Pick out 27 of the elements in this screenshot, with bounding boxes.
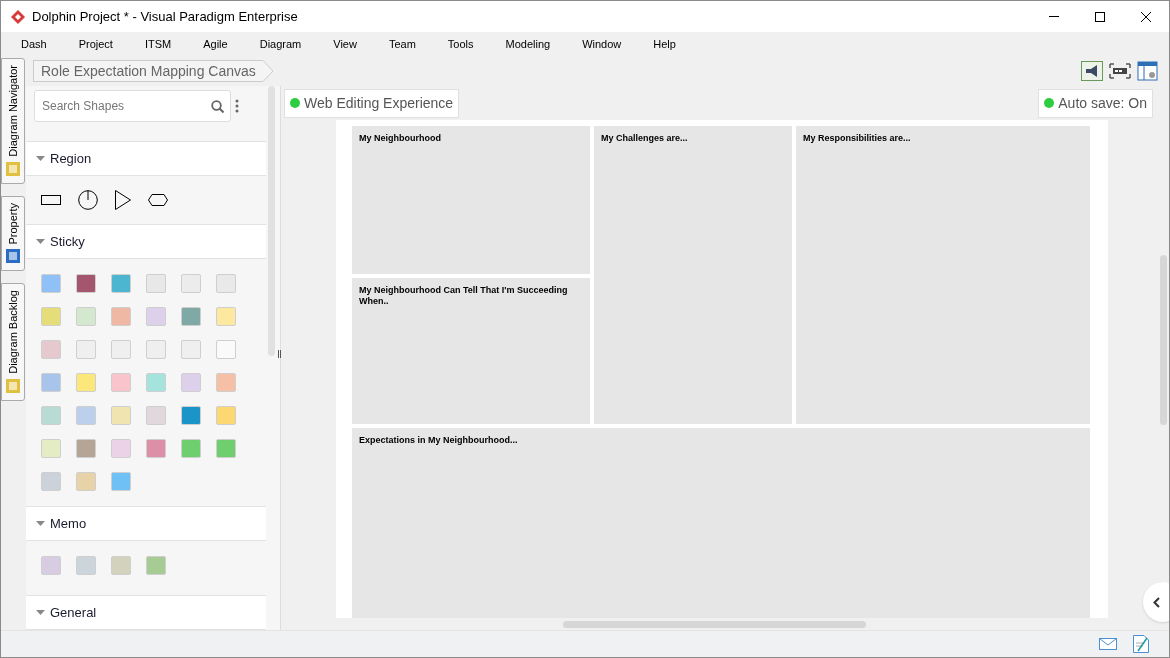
menu-item[interactable]: Dash	[9, 35, 59, 53]
menu-item[interactable]: Project	[66, 35, 125, 53]
auto-save-badge[interactable]: Auto save: On	[1038, 88, 1153, 118]
menu-item[interactable]: Help	[641, 35, 688, 53]
menu-item[interactable]: View	[321, 35, 369, 53]
side-tab[interactable]: Diagram Navigator	[1, 58, 25, 184]
canvas-cell[interactable]: My Challenges are...	[594, 126, 792, 424]
web-editing-badge[interactable]: Web Editing Experience	[284, 88, 460, 118]
menu-item[interactable]: Window	[570, 35, 634, 53]
side-tab[interactable]: Diagram Backlog	[1, 283, 25, 402]
canvas-cell[interactable]: My Responsibilities are...	[796, 126, 1090, 424]
menu-item[interactable]: Team	[376, 35, 428, 53]
category-header[interactable]: Region	[26, 141, 266, 176]
canvas-cell[interactable]: My Neighbourhood Can Tell That I'm Succeeding When..	[352, 278, 590, 424]
canvas-cell[interactable]: Expectations in My Neighbourhood...	[352, 428, 1090, 618]
menu-item[interactable]: ITSM	[132, 35, 184, 53]
search-field[interactable]: Search Shapes	[34, 90, 231, 122]
menu-item[interactable]: Agile	[191, 35, 240, 53]
window-title: Dolphin Project * - Visual Paradigm Enterprise	[32, 7, 298, 26]
category-header[interactable]: Memo	[26, 506, 266, 541]
side-tab[interactable]: Property	[1, 195, 25, 272]
menu-item[interactable]: Modeling	[493, 35, 563, 53]
category-header[interactable]: Sticky	[26, 224, 266, 259]
menu-item[interactable]: Tools	[435, 35, 486, 53]
menu-item[interactable]: Diagram	[247, 35, 314, 53]
canvas-cell[interactable]: My Neighbourhood	[352, 126, 590, 274]
category-header[interactable]: General	[26, 595, 266, 630]
